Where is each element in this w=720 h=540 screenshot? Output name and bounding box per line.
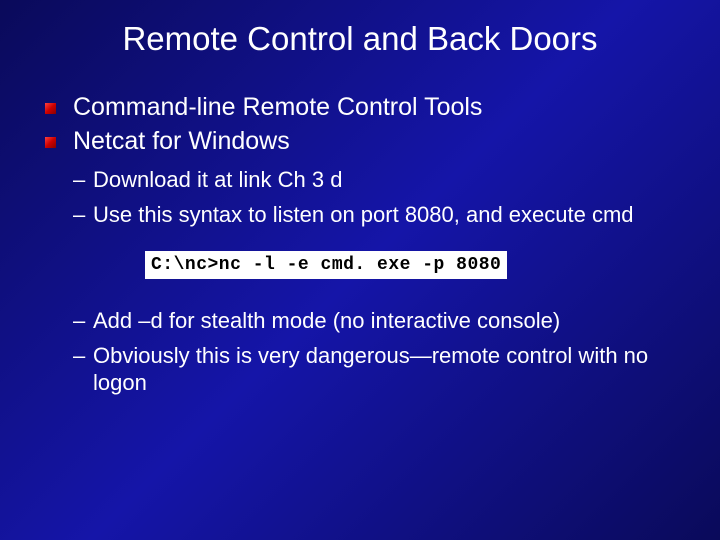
main-bullet-2: Netcat for Windows xyxy=(45,126,675,156)
main-bullet-list: Command-line Remote Control Tools Netcat… xyxy=(45,92,675,156)
sub-bullet-list-2: Add –d for stealth mode (no interactive … xyxy=(45,307,675,397)
code-command-block: C:\nc>nc -l -e cmd. exe -p 8080 xyxy=(145,251,507,279)
sub-bullet-4: Obviously this is very dangerous—remote … xyxy=(73,342,675,397)
slide-title: Remote Control and Back Doors xyxy=(45,20,675,58)
sub-bullet-list-1: Download it at link Ch 3 d Use this synt… xyxy=(45,166,675,228)
sub-bullet-2: Use this syntax to listen on port 8080, … xyxy=(73,201,675,229)
main-bullet-1: Command-line Remote Control Tools xyxy=(45,92,675,122)
sub-bullet-1: Download it at link Ch 3 d xyxy=(73,166,675,194)
sub-bullet-3: Add –d for stealth mode (no interactive … xyxy=(73,307,675,335)
